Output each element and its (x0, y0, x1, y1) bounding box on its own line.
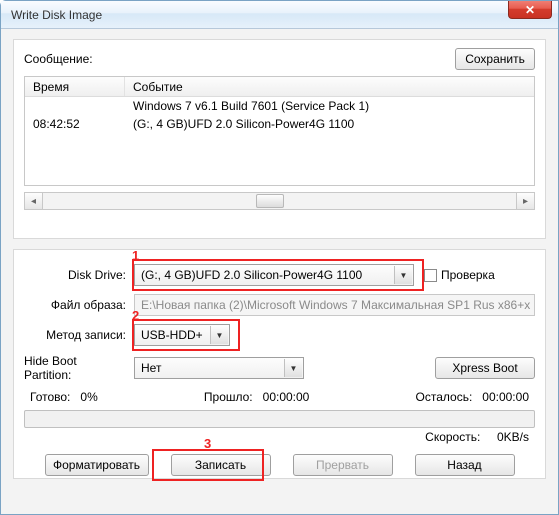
remain-label: Осталось: (416, 390, 473, 404)
cell-event: Windows 7 v6.1 Build 7601 (Service Pack … (125, 99, 534, 113)
chevron-down-icon[interactable]: ▼ (284, 359, 302, 377)
abort-button[interactable]: Прервать (293, 454, 393, 476)
chevron-down-icon[interactable]: ▼ (210, 326, 228, 344)
button-row: Форматировать Записать Прервать Назад 3 (24, 454, 535, 476)
image-file-row: Файл образа: E:\Новая папка (2)\Microsof… (24, 294, 535, 316)
elapsed-label: Прошло: (204, 390, 253, 404)
log-table-body: Windows 7 v6.1 Build 7601 (Service Pack … (25, 97, 534, 133)
log-table: Время Событие Windows 7 v6.1 Build 7601 … (24, 76, 535, 186)
log-group: Сообщение: Сохранить Время Событие Windo… (13, 39, 546, 239)
annotation-2: 2 (132, 308, 139, 323)
annotation-3: 3 (204, 436, 211, 451)
cell-time: 08:42:52 (25, 117, 125, 131)
col-time-header[interactable]: Время (25, 77, 125, 96)
table-row[interactable]: 08:42:52 (G:, 4 GB)UFD 2.0 Silicon-Power… (25, 115, 534, 133)
image-file-label: Файл образа: (24, 298, 134, 312)
elapsed-value: 00:00:00 (263, 390, 310, 404)
image-file-field: E:\Новая папка (2)\Microsoft Windows 7 М… (134, 294, 535, 316)
disk-drive-combo[interactable]: (G:, 4 GB)UFD 2.0 Silicon-Power4G 1100 ▼ (134, 264, 414, 286)
speed-row: Скорость: 0KB/s (24, 428, 535, 454)
write-method-combo[interactable]: USB-HDD+ ▼ (134, 324, 230, 346)
titlebar[interactable]: Write Disk Image ✕ (1, 1, 558, 29)
hide-boot-label: Hide Boot Partition: (24, 354, 134, 382)
status-row: Готово: 0% Прошло: 00:00:00 Осталось: 00… (24, 390, 535, 404)
hide-boot-combo[interactable]: Нет ▼ (134, 357, 304, 379)
speed-value: 0KB/s (497, 430, 529, 444)
write-method-label: Метод записи: (24, 328, 134, 342)
disk-drive-label: Disk Drive: (24, 268, 134, 282)
cell-event: (G:, 4 GB)UFD 2.0 Silicon-Power4G 1100 (125, 117, 534, 131)
col-event-header[interactable]: Событие (125, 77, 534, 96)
save-button[interactable]: Сохранить (455, 48, 535, 70)
window-title: Write Disk Image (11, 8, 102, 22)
chevron-down-icon[interactable]: ▼ (394, 266, 412, 284)
verify-checkbox[interactable] (424, 269, 437, 282)
scroll-right-icon[interactable]: ▸ (516, 193, 534, 209)
disk-drive-value: (G:, 4 GB)UFD 2.0 Silicon-Power4G 1100 (141, 268, 362, 282)
hide-boot-value: Нет (141, 361, 161, 375)
scroll-thumb[interactable] (256, 194, 284, 208)
settings-group: 1 Disk Drive: (G:, 4 GB)UFD 2.0 Silicon-… (13, 249, 546, 479)
client-area: Сообщение: Сохранить Время Событие Windo… (1, 29, 558, 514)
verify-label: Проверка (441, 268, 495, 282)
progress-bar (24, 410, 535, 428)
scroll-track[interactable] (43, 193, 516, 209)
table-row[interactable]: Windows 7 v6.1 Build 7601 (Service Pack … (25, 97, 534, 115)
format-button[interactable]: Форматировать (45, 454, 149, 476)
write-button[interactable]: Записать (171, 454, 271, 476)
close-button[interactable]: ✕ (508, 1, 552, 19)
scroll-left-icon[interactable]: ◂ (25, 193, 43, 209)
log-table-header: Время Событие (25, 77, 534, 97)
close-icon: ✕ (525, 3, 535, 17)
xpress-boot-button[interactable]: Xpress Boot (435, 357, 535, 379)
horizontal-scrollbar[interactable]: ◂ ▸ (24, 192, 535, 210)
write-method-value: USB-HDD+ (141, 328, 203, 342)
hide-boot-row: Hide Boot Partition: Нет ▼ Xpress Boot (24, 354, 535, 382)
disk-drive-row: Disk Drive: (G:, 4 GB)UFD 2.0 Silicon-Po… (24, 264, 535, 286)
speed-label: Скорость: (425, 430, 480, 444)
remain-value: 00:00:00 (482, 390, 529, 404)
ready-value: 0% (80, 390, 97, 404)
ready-label: Готово: (30, 390, 70, 404)
annotation-1: 1 (132, 248, 139, 263)
message-label: Сообщение: (24, 52, 93, 66)
back-button[interactable]: Назад (415, 454, 515, 476)
write-method-row: Метод записи: USB-HDD+ ▼ (24, 324, 535, 346)
